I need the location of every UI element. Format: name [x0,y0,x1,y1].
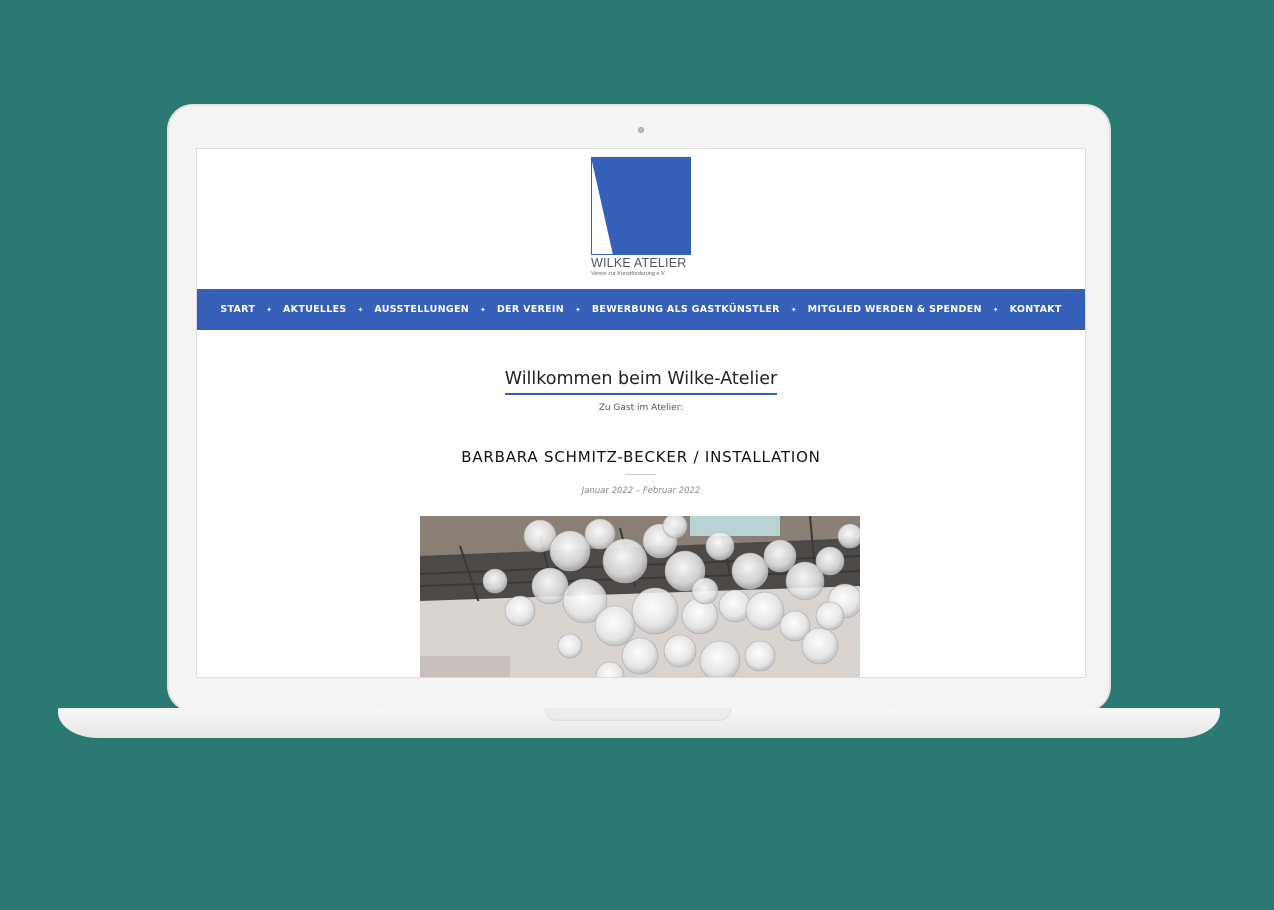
exhibition-date: Januar 2022 – Februar 2022 [581,486,701,496]
nav-separator-icon: ✦ [575,306,581,314]
exhibition-title[interactable]: BARBARA SCHMITZ-BECKER / INSTALLATION [197,448,1085,466]
main-navigation: START ✦ AKTUELLES ✦ AUSSTELLUNGEN ✦ DER … [197,289,1085,330]
laptop-lid: WILKE ATELIER Verein zur Kunstförderung … [167,104,1111,712]
nav-item-bewerbung[interactable]: BEWERBUNG ALS GASTKÜNSTLER [592,304,780,315]
nav-separator-icon: ✦ [357,306,364,314]
logo-title: WILKE ATELIER [591,256,687,270]
nav-separator-icon: ✦ [790,306,797,314]
nav-separator-icon: ✦ [992,306,999,314]
laptop-notch [544,708,732,721]
nav-separator-icon: ✦ [266,306,272,314]
browser-screen: WILKE ATELIER Verein zur Kunstförderung … [196,148,1086,678]
logo-subtitle: Verein zur Kunstförderung e.V. [591,271,666,277]
exhibition-photo[interactable] [420,516,860,677]
welcome-subtitle: Zu Gast im Atelier: [598,403,684,413]
nav-item-kontakt[interactable]: KONTAKT [1010,304,1062,315]
nav-item-ausstellungen[interactable]: AUSSTELLUNGEN [374,304,469,315]
camera-dot [638,127,644,133]
welcome-title: Willkommen beim Wilke-Atelier [504,369,778,395]
nav-item-start[interactable]: START [220,304,255,315]
laptop-base [58,708,1220,738]
nav-item-aktuelles[interactable]: AKTUELLES [283,304,347,315]
nav-separator-icon: ✦ [480,306,486,314]
title-divider [626,474,656,475]
nav-item-der-verein[interactable]: DER VEREIN [497,304,564,315]
logo-mark-icon [591,157,691,255]
welcome-section: Willkommen beim Wilke-Atelier [197,369,1085,395]
site-logo[interactable]: WILKE ATELIER Verein zur Kunstförderung … [591,157,691,281]
installation-image [420,516,860,677]
nav-item-mitglied[interactable]: MITGLIED WERDEN & SPENDEN [808,304,982,315]
